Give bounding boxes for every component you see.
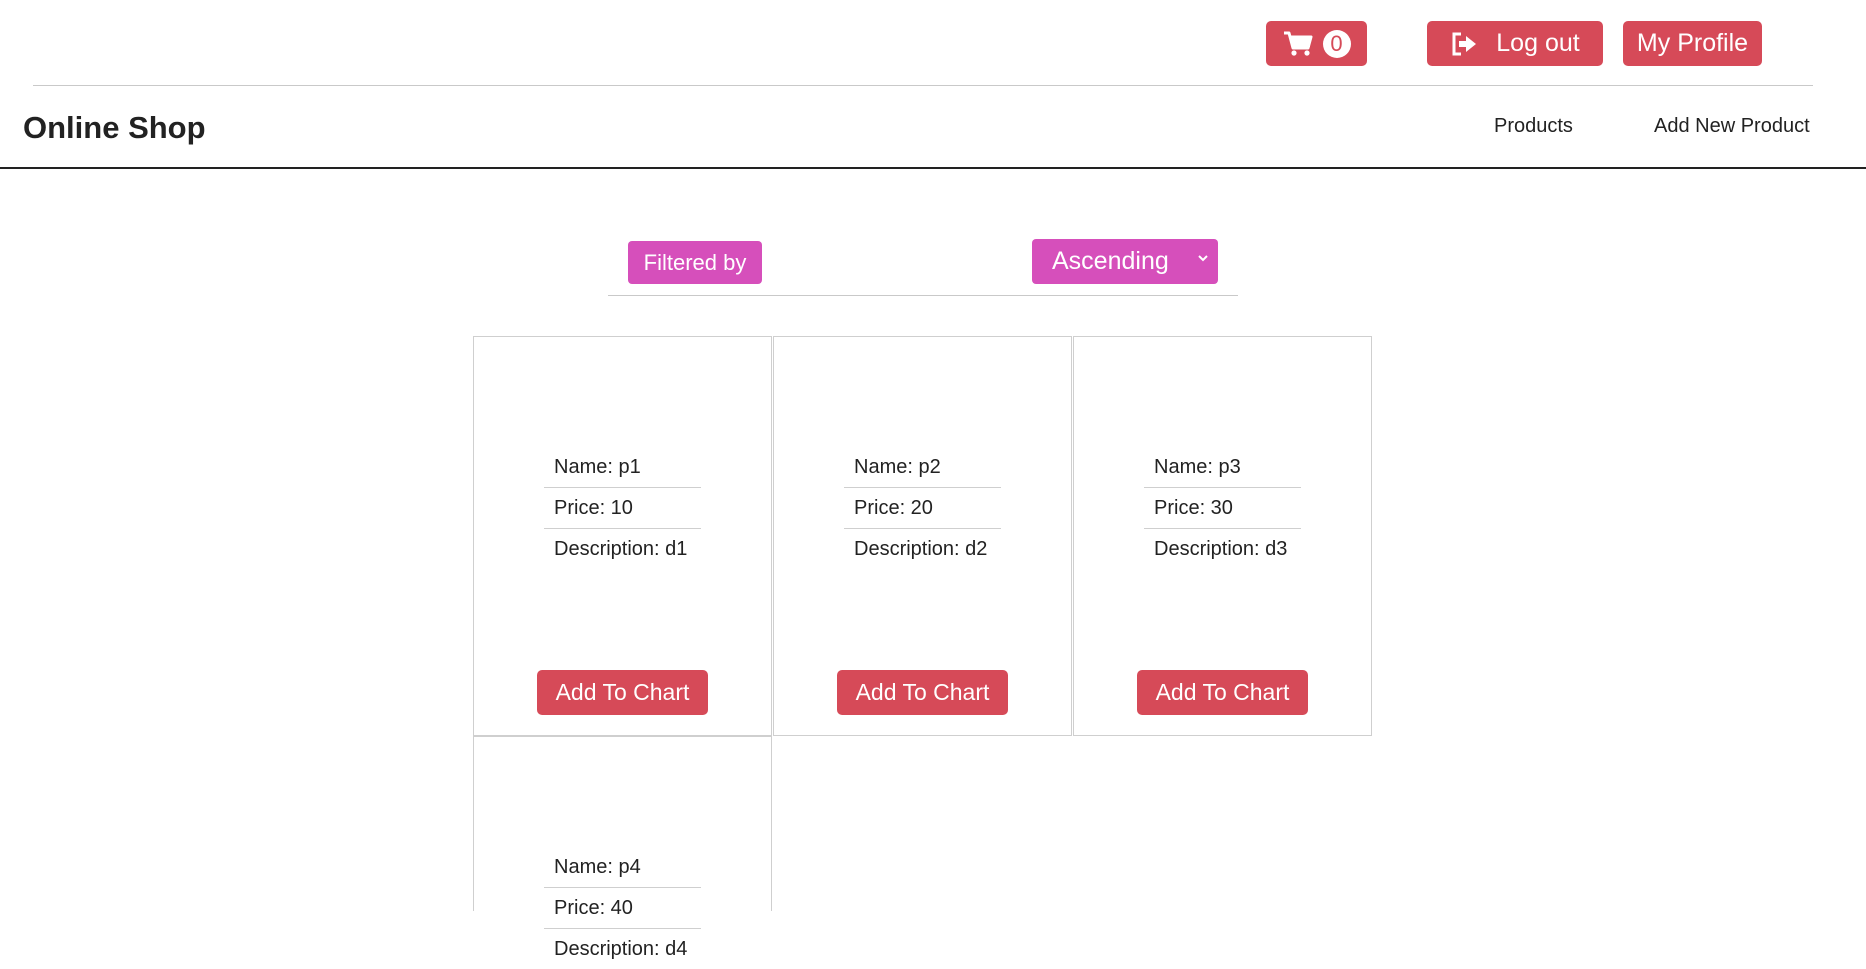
sort-order-value: Ascending [1052, 247, 1169, 275]
product-price: Price: 40 [544, 888, 701, 929]
product-name: Name: p3 [1144, 452, 1301, 488]
product-description: Description: d3 [1154, 538, 1288, 560]
add-to-chart-button[interactable]: Add To Chart [537, 670, 708, 715]
header-divider [33, 85, 1813, 86]
product-info: Name: p1 Price: 10 Description: d1 [544, 452, 701, 569]
product-name: Name: p1 [544, 452, 701, 488]
product-description: Description: d2 [854, 538, 988, 560]
product-info: Name: p3 Price: 30 Description: d3 [1144, 452, 1301, 569]
product-name: Name: p4 [544, 852, 701, 888]
navbar-divider [0, 167, 1866, 169]
logout-button[interactable]: Log out [1427, 21, 1603, 66]
product-price: Price: 10 [544, 488, 701, 529]
brand-title: Online Shop [23, 110, 206, 145]
product-description: Description: d4 [554, 938, 688, 960]
add-to-chart-button[interactable]: Add To Chart [837, 670, 1008, 715]
nav-add-product-link[interactable]: Add New Product [1654, 115, 1810, 138]
product-price: Price: 20 [844, 488, 1001, 529]
cart-button[interactable]: 0 [1266, 21, 1367, 66]
product-card: Name: p2 Price: 20 Description: d2 Add T… [773, 336, 1072, 736]
sort-order-select[interactable]: Ascending [1032, 239, 1218, 284]
product-info: Name: p2 Price: 20 Description: d2 [844, 452, 1001, 569]
cart-count-badge: 0 [1322, 29, 1351, 58]
filter-button[interactable]: Filtered by [628, 241, 762, 284]
product-card: Name: p3 Price: 30 Description: d3 Add T… [1073, 336, 1372, 736]
add-to-chart-button[interactable]: Add To Chart [1137, 670, 1308, 715]
chevron-down-icon [1198, 255, 1208, 262]
filter-divider [608, 295, 1238, 296]
my-profile-button[interactable]: My Profile [1623, 21, 1762, 66]
logout-icon [1452, 32, 1477, 55]
my-profile-label: My Profile [1636, 29, 1749, 57]
product-card: Name: p4 Price: 40 Description: d4 [473, 736, 772, 960]
product-card: Name: p1 Price: 10 Description: d1 Add T… [473, 336, 772, 736]
logout-label: Log out [1496, 29, 1580, 57]
product-description: Description: d1 [554, 538, 688, 560]
nav-products-link[interactable]: Products [1494, 115, 1573, 138]
product-name: Name: p2 [844, 452, 1001, 488]
product-price: Price: 30 [1144, 488, 1301, 529]
cart-icon [1283, 31, 1312, 56]
